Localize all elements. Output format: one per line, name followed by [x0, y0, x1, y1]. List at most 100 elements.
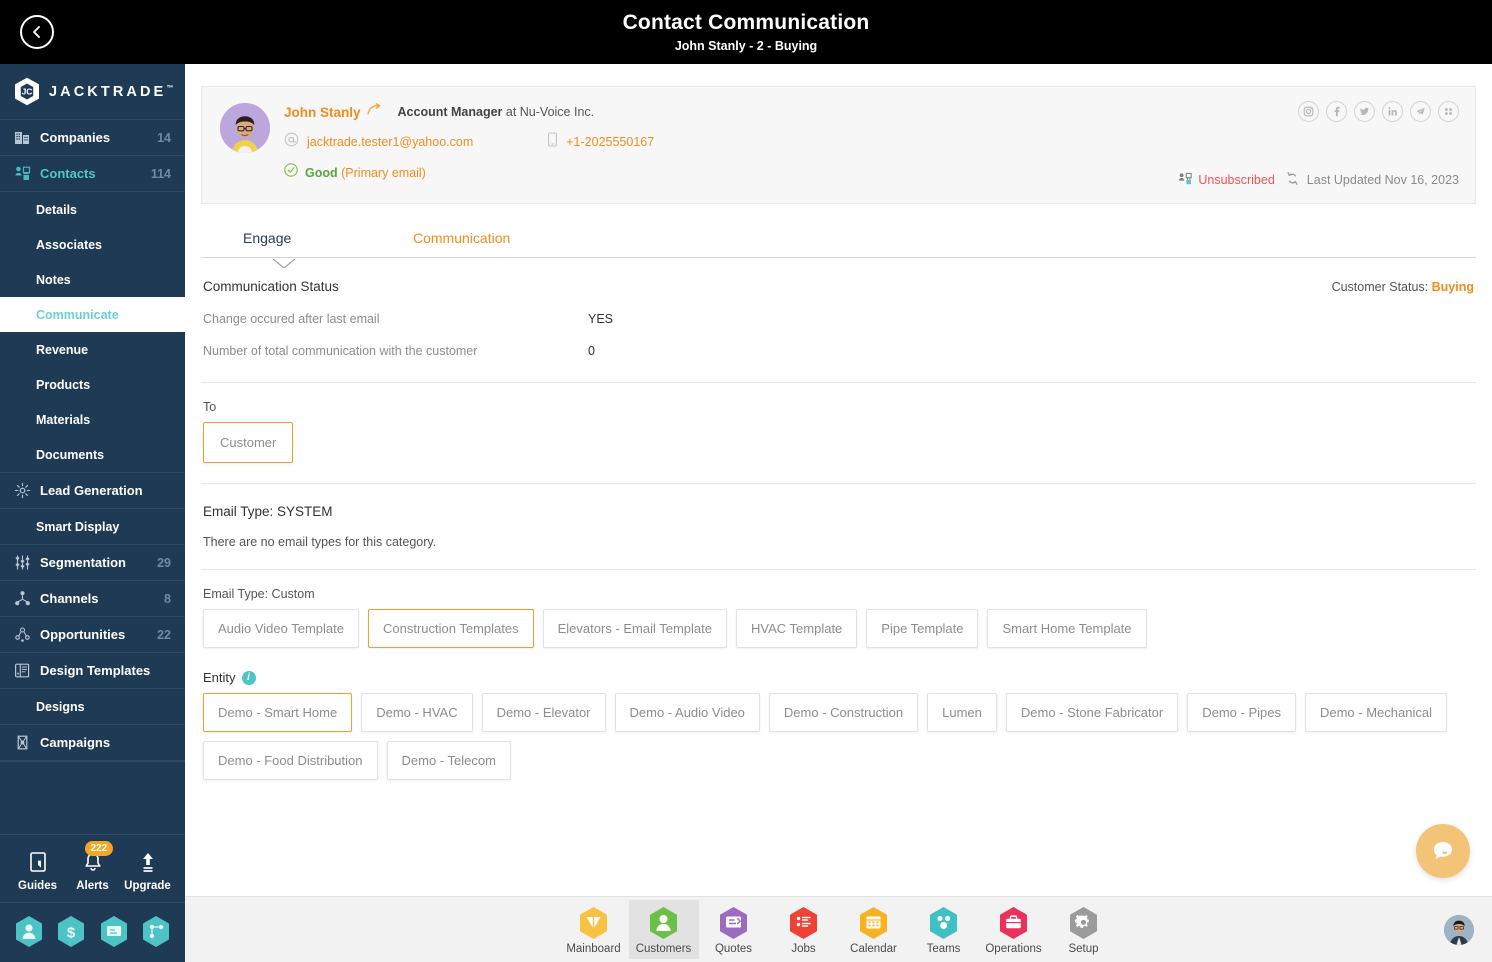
- template-option-elevators[interactable]: Elevators - Email Template: [542, 609, 727, 648]
- back-button[interactable]: [20, 15, 54, 49]
- sidebar-item-products[interactable]: Products: [0, 367, 185, 402]
- chevron-left-icon: [33, 26, 40, 38]
- to-section: To Customer: [201, 400, 1476, 463]
- subscription-status: Unsubscribed: [1198, 173, 1275, 187]
- sidebar-item-designs[interactable]: Designs: [0, 689, 185, 724]
- subscription-status-row: Unsubscribed Last Updated Nov 16, 2023: [1178, 171, 1459, 189]
- workflow-hex-icon[interactable]: [141, 915, 171, 948]
- sidebar-item-campaigns[interactable]: Campaigns: [0, 725, 185, 761]
- quote-card-hex-icon[interactable]: [99, 915, 129, 948]
- bottom-nav-mainboard[interactable]: Mainboard: [559, 900, 629, 959]
- brand-logo[interactable]: JC JACKTRADE™: [0, 64, 185, 120]
- sidebar-item-revenue[interactable]: Revenue: [0, 332, 185, 367]
- template-option-pipe[interactable]: Pipe Template: [866, 609, 979, 648]
- instagram-icon[interactable]: [1298, 101, 1319, 122]
- sidebar-item-details[interactable]: Details: [0, 192, 185, 227]
- tab-communication[interactable]: Communication: [413, 230, 510, 257]
- dollar-hex-icon[interactable]: $: [56, 915, 86, 948]
- sidebar-item-communicate[interactable]: Communicate: [0, 297, 185, 332]
- guides-button[interactable]: Guides: [12, 849, 64, 892]
- template-option-construction[interactable]: Construction Templates: [368, 609, 534, 648]
- telegram-icon[interactable]: [1410, 101, 1431, 122]
- bottom-nav-setup[interactable]: Setup: [1049, 900, 1119, 959]
- entity-option-demo-construction[interactable]: Demo - Construction: [768, 693, 919, 732]
- bottom-nav-customers[interactable]: Customers: [628, 900, 699, 959]
- upgrade-button[interactable]: Upgrade: [122, 849, 174, 892]
- sidebar-item-smart-display[interactable]: Smart Display: [0, 509, 185, 544]
- active-tab-indicator: [273, 257, 295, 268]
- sidebar-item-companies[interactable]: Companies 14: [0, 120, 185, 156]
- contact-name[interactable]: John Stanly: [284, 105, 361, 120]
- entity-label: Entity: [203, 670, 236, 685]
- sidebar-item-label: Associates: [36, 237, 103, 252]
- sidebar-item-opportunities[interactable]: Opportunities 22: [0, 617, 185, 653]
- sidebar-item-documents[interactable]: Documents: [0, 437, 185, 472]
- sidebar-item-channels[interactable]: Channels 8: [0, 581, 185, 617]
- sidebar-item-lead-generation[interactable]: Lead Generation: [0, 473, 185, 509]
- entity-option-demo-food-distribution[interactable]: Demo - Food Distribution: [203, 741, 378, 780]
- bottom-nav-quotes[interactable]: Quotes: [699, 900, 769, 959]
- person-hex-icon[interactable]: [14, 915, 44, 948]
- entity-option-demo-elevator[interactable]: Demo - Elevator: [481, 693, 606, 732]
- bottom-nav-jobs[interactable]: Jobs: [769, 900, 839, 959]
- entity-option-lumen[interactable]: Lumen: [927, 693, 997, 732]
- tool-label: Upgrade: [124, 880, 171, 892]
- alerts-button[interactable]: 222 Alerts: [67, 841, 119, 892]
- communication-status-header: Communication Status Customer Status: Bu…: [203, 279, 1474, 294]
- to-option-customer[interactable]: Customer: [203, 422, 294, 463]
- linkedin-icon[interactable]: [1382, 101, 1403, 122]
- share-arrow-icon[interactable]: [366, 103, 384, 121]
- main-scroll-area: John Stanly Account Manager at Nu-Voice …: [185, 64, 1492, 896]
- entity-option-demo-audio-video[interactable]: Demo - Audio Video: [614, 693, 760, 732]
- sidebar-item-label: Campaigns: [40, 735, 111, 750]
- twitter-icon[interactable]: [1354, 101, 1375, 122]
- lead-generation-icon: [14, 482, 31, 499]
- sidebar-item-notes[interactable]: Notes: [0, 262, 185, 297]
- brand-name: JACKTRADE™: [49, 83, 174, 100]
- entity-option-demo-stone-fabricator[interactable]: Demo - Stone Fabricator: [1005, 693, 1179, 732]
- quotes-hex-icon: [718, 906, 749, 940]
- contact-email[interactable]: jacktrade.tester1@yahoo.com: [307, 135, 473, 149]
- entity-option-demo-mechanical[interactable]: Demo - Mechanical: [1304, 693, 1447, 732]
- template-option-smart-home[interactable]: Smart Home Template: [987, 609, 1147, 648]
- book-icon: [12, 849, 64, 875]
- sidebar-footer: Guides 222 Alerts Upgrade $: [0, 834, 185, 962]
- email-type-custom-section: Email Type: Custom Audio Video Template …: [201, 587, 1476, 648]
- bottom-nav-calendar[interactable]: Calendar: [839, 900, 909, 959]
- mobile-icon: [547, 132, 558, 152]
- last-updated-text: Last Updated Nov 16, 2023: [1306, 173, 1459, 187]
- sidebar-item-label: Designs: [36, 699, 85, 714]
- entity-option-demo-telecom[interactable]: Demo - Telecom: [386, 741, 511, 780]
- facebook-icon[interactable]: [1326, 101, 1347, 122]
- sidebar-item-segmentation[interactable]: Segmentation 29: [0, 545, 185, 581]
- bottom-nav-label: Quotes: [714, 943, 753, 955]
- info-icon[interactable]: i: [241, 670, 256, 685]
- sidebar-item-materials[interactable]: Materials: [0, 402, 185, 437]
- user-avatar[interactable]: [1444, 914, 1474, 945]
- social-links: [1298, 101, 1459, 122]
- tab-engage[interactable]: Engage: [243, 230, 413, 257]
- refresh-icon[interactable]: [1285, 171, 1300, 189]
- contacts-icon: [15, 166, 31, 180]
- sidebar-item-contacts[interactable]: Contacts 114: [0, 156, 185, 192]
- contact-phone[interactable]: +1-2025550167: [566, 135, 654, 149]
- bottom-nav-operations[interactable]: Operations: [979, 900, 1049, 959]
- contact-summary-card: John Stanly Account Manager at Nu-Voice …: [201, 86, 1476, 204]
- entity-option-demo-pipes[interactable]: Demo - Pipes: [1187, 693, 1296, 732]
- bottom-nav-teams[interactable]: Teams: [909, 900, 979, 959]
- jacktrade-hex-logo-icon: JC: [14, 77, 40, 106]
- sidebar-item-design-templates[interactable]: Design Templates: [0, 653, 185, 689]
- page-title: Contact Communication: [622, 10, 870, 34]
- setup-hex-icon: [1068, 906, 1099, 940]
- status-label: Number of total communication with the c…: [203, 344, 478, 358]
- bottom-nav-label: Jobs: [791, 943, 816, 955]
- template-option-hvac[interactable]: HVAC Template: [736, 609, 858, 648]
- template-option-audio-video[interactable]: Audio Video Template: [203, 609, 360, 648]
- chat-bubble-button[interactable]: [1416, 824, 1470, 878]
- apps-grid-icon[interactable]: [1438, 101, 1459, 122]
- sidebar-item-associates[interactable]: Associates: [0, 227, 185, 262]
- bottom-nav-label: Operations: [985, 943, 1042, 955]
- main-content: John Stanly Account Manager at Nu-Voice …: [185, 64, 1492, 962]
- entity-option-demo-smart-home[interactable]: Demo - Smart Home: [203, 693, 353, 732]
- entity-option-demo-hvac[interactable]: Demo - HVAC: [361, 693, 473, 732]
